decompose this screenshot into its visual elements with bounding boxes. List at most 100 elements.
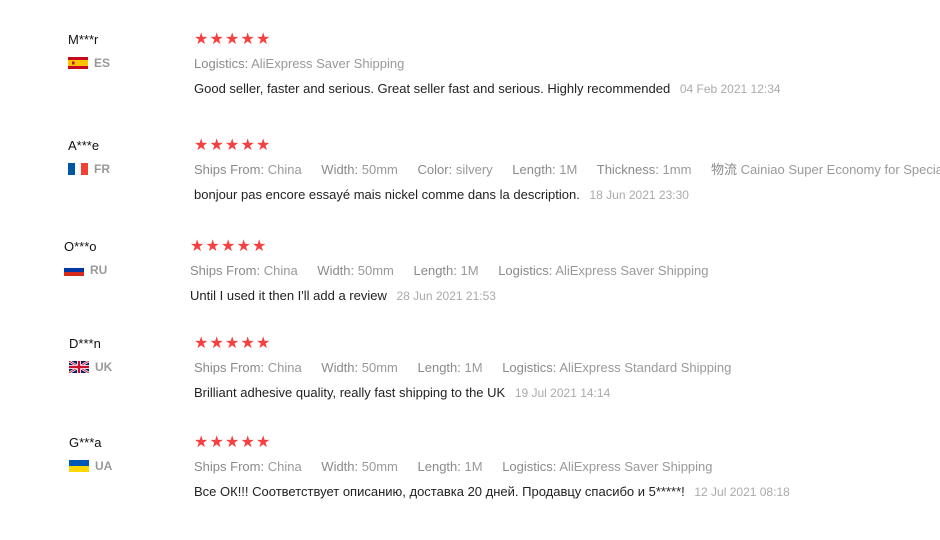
review-attributes: Logistics: AliExpress Saver Shipping: [194, 56, 940, 72]
star-icon: ★: [209, 138, 224, 154]
star-icon: ★: [252, 239, 267, 255]
review-item: O***o RU ★ ★ ★ ★ ★ Ships From: China Width: …: [0, 239, 940, 319]
review-item: A***e FR ★ ★ ★ ★ ★ Ships From: China Width: …: [0, 138, 940, 218]
star-icon: ★: [256, 336, 271, 352]
review-user: D***n UK: [69, 336, 179, 374]
review-content: ★ ★ ★ ★ ★ Ships From: China Width: 50mm Leng…: [194, 435, 940, 500]
user-name: A***e: [68, 138, 100, 153]
star-icon: ★: [194, 435, 209, 451]
attribute-logistics: 物流 Cainiao Super Economy for Special Goo…: [711, 162, 940, 177]
review-item: M***r ES ★ ★ ★ ★ ★ Logistics: AliExpress Sav…: [0, 32, 940, 112]
star-rating: ★ ★ ★ ★ ★: [194, 336, 940, 352]
russia-flag-icon: [64, 264, 84, 276]
review-body: Brilliant adhesive quality, really fast …: [194, 385, 940, 401]
country-code: FR: [94, 162, 110, 176]
star-icon: ★: [240, 336, 255, 352]
attribute-width: Width: 50mm: [321, 459, 398, 474]
user-country: RU: [64, 263, 174, 277]
user-country: UA: [69, 459, 179, 473]
review-text: Good seller, faster and serious. Great s…: [194, 81, 671, 96]
review-attributes: Ships From: China Width: 50mm Length: 1M…: [190, 263, 940, 279]
review-body: bonjour pas encore essayé mais nickel co…: [194, 187, 940, 203]
country-code: RU: [90, 263, 108, 277]
review-text: Until I used it then I'll add a review: [190, 288, 387, 303]
user-name: M***r: [68, 32, 99, 47]
star-icon: ★: [240, 138, 255, 154]
review-user: M***r ES: [68, 32, 178, 70]
star-icon: ★: [225, 336, 240, 352]
country-code: UK: [95, 360, 113, 374]
spain-flag-icon: [68, 57, 88, 69]
star-icon: ★: [256, 32, 271, 48]
attribute-logistics: Logistics: AliExpress Saver Shipping: [194, 56, 405, 71]
star-icon: ★: [256, 435, 271, 451]
review-body: Good seller, faster and serious. Great s…: [194, 81, 940, 97]
attribute-length: Length: 1M: [512, 162, 578, 177]
star-icon: ★: [240, 435, 255, 451]
star-icon: ★: [225, 138, 240, 154]
review-attributes: Ships From: China Width: 50mm Length: 1M…: [194, 360, 940, 376]
review-user: G***a UA: [69, 435, 179, 473]
attribute-thickness: Thickness: 1mm: [596, 162, 692, 177]
ukraine-flag-icon: [69, 460, 89, 472]
star-rating: ★ ★ ★ ★ ★: [194, 138, 940, 154]
review-content: ★ ★ ★ ★ ★ Ships From: China Width: 50mm Leng…: [190, 239, 940, 304]
review-text: bonjour pas encore essayé mais nickel co…: [194, 187, 580, 202]
attribute-logistics: Logistics: AliExpress Saver Shipping: [502, 459, 713, 474]
star-icon: ★: [225, 32, 240, 48]
review-content: ★ ★ ★ ★ ★ Ships From: China Width: 50mm Leng…: [194, 336, 940, 401]
star-rating: ★ ★ ★ ★ ★: [194, 32, 940, 48]
attribute-width: Width: 50mm: [321, 162, 398, 177]
attribute-ships-from: Ships From: China: [190, 263, 298, 278]
review-attributes: Ships From: China Width: 50mm Color: sil…: [194, 162, 940, 178]
star-icon: ★: [225, 435, 240, 451]
star-icon: ★: [209, 32, 224, 48]
review-text: Все ОК!!! Соответствует описанию, достав…: [194, 484, 685, 499]
uk-flag-icon: [69, 361, 89, 373]
star-icon: ★: [209, 336, 224, 352]
star-icon: ★: [221, 239, 236, 255]
france-flag-icon: [68, 163, 88, 175]
review-content: ★ ★ ★ ★ ★ Ships From: China Width: 50mm Colo…: [194, 138, 940, 203]
attribute-ships-from: Ships From: China: [194, 162, 302, 177]
star-icon: ★: [190, 239, 205, 255]
country-code: ES: [94, 56, 111, 70]
review-user: O***o RU: [64, 239, 174, 277]
review-date: 18 Jun 2021 23:30: [589, 188, 689, 202]
attribute-length: Length: 1M: [417, 459, 483, 474]
user-country: UK: [69, 360, 179, 374]
review-body: Until I used it then I'll add a review 2…: [190, 288, 940, 304]
review-date: 12 Jul 2021 08:18: [694, 485, 790, 499]
review-attributes: Ships From: China Width: 50mm Length: 1M…: [194, 459, 940, 475]
attribute-ships-from: Ships From: China: [194, 459, 302, 474]
user-country: FR: [68, 162, 178, 176]
star-icon: ★: [194, 32, 209, 48]
review-item: D***n UK ★ ★ ★ ★ ★ Ships From: China Width: …: [0, 336, 940, 416]
review-user: A***e FR: [68, 138, 178, 176]
star-icon: ★: [236, 239, 251, 255]
review-date: 19 Jul 2021 14:14: [514, 386, 611, 400]
attribute-logistics: Logistics: AliExpress Saver Shipping: [498, 263, 709, 278]
country-code: UA: [95, 459, 113, 473]
attribute-width: Width: 50mm: [321, 360, 398, 375]
user-name: O***o: [64, 239, 97, 254]
star-icon: ★: [194, 336, 209, 352]
review-content: ★ ★ ★ ★ ★ Logistics: AliExpress Saver Shippi…: [194, 32, 940, 97]
star-icon: ★: [256, 138, 271, 154]
review-date: 28 Jun 2021 21:53: [396, 289, 496, 303]
attribute-length: Length: 1M: [413, 263, 479, 278]
review-body: Все ОК!!! Соответствует описанию, достав…: [194, 484, 940, 500]
star-icon: ★: [205, 239, 220, 255]
attribute-width: Width: 50mm: [317, 263, 394, 278]
attribute-length: Length: 1M: [417, 360, 483, 375]
attribute-color: Color: silvery: [417, 162, 493, 177]
attribute-logistics: Logistics: AliExpress Standard Shipping: [502, 360, 732, 375]
review-date: 04 Feb 2021 12:34: [679, 82, 781, 96]
review-item: G***a UA ★ ★ ★ ★ ★ Ships From: China Width: …: [0, 435, 940, 515]
user-name: D***n: [69, 336, 101, 351]
star-rating: ★ ★ ★ ★ ★: [194, 435, 940, 451]
star-rating: ★ ★ ★ ★ ★: [190, 239, 940, 255]
star-icon: ★: [194, 138, 209, 154]
review-text: Brilliant adhesive quality, really fast …: [194, 385, 506, 400]
star-icon: ★: [209, 435, 224, 451]
